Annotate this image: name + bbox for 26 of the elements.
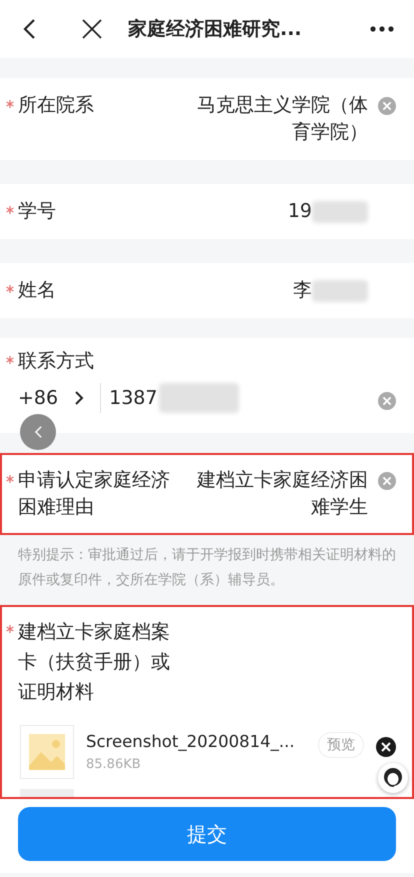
field-value[interactable]: 建档立卡家庭经济困难学生 [186, 467, 368, 521]
back-icon [34, 425, 42, 439]
close-icon[interactable] [80, 17, 104, 41]
notice-text: 特别提示：审批通过后，请于开学报到时携带相关证明材料的原件或复印件，交所在学院（系）辅导员。 [17, 546, 397, 590]
field-label: 申请认定家庭经济困难理由 [18, 468, 171, 520]
file-name: Screenshot_20200814_... [86, 732, 296, 751]
field-label: 联系方式 [18, 349, 95, 374]
phone-value[interactable]: 1387 [109, 384, 158, 412]
more-icon[interactable] [370, 26, 394, 32]
next-thumbnail [20, 789, 74, 797]
image-thumbnail-icon[interactable] [20, 725, 74, 779]
field-value[interactable]: 李 [293, 277, 312, 304]
field-value[interactable]: 马克思主义学院（体育学院） [186, 92, 368, 146]
field-value[interactable]: 19 [288, 198, 312, 225]
file-size: 85.86KB [86, 757, 142, 772]
field-label: 学号 [18, 199, 57, 224]
field-label: 姓名 [18, 278, 57, 303]
floating-back-button[interactable] [20, 414, 56, 450]
field-label: 建档立卡家庭档案卡（扶贫手册）或证明材料 [18, 620, 171, 705]
chevron-right-icon[interactable] [74, 390, 84, 406]
page-title: 家庭经济困难研究... [128, 17, 303, 42]
country-code[interactable]: +86 [18, 384, 58, 412]
remove-icon[interactable] [376, 737, 396, 757]
field-label: 所在院系 [18, 93, 95, 118]
support-agent-icon[interactable] [378, 763, 408, 793]
submit-button[interactable]: 提交 [18, 807, 396, 861]
